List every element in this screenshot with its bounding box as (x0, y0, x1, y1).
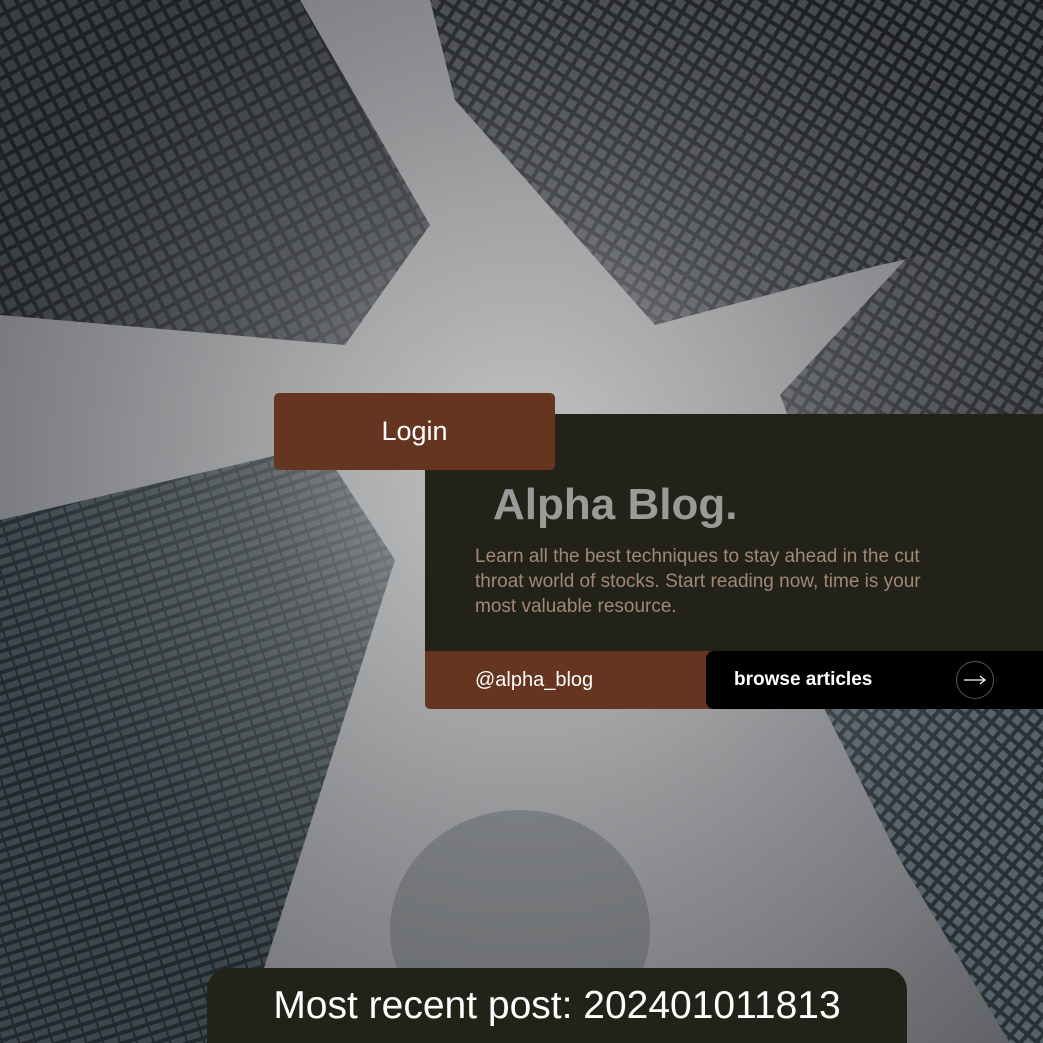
arrow-right-icon (956, 661, 994, 699)
social-handle: @alpha_blog (475, 668, 594, 691)
blog-description: Learn all the best techniques to stay ah… (475, 546, 921, 617)
most-recent-post-banner[interactable]: Most recent post: 202401011813 (207, 968, 907, 1043)
most-recent-post-text: Most recent post: 202401011813 (273, 983, 841, 1027)
page: Login Alpha Blog. Learn all the best tec… (0, 0, 1043, 1043)
social-handle-box: @alpha_blog (425, 651, 715, 709)
login-button[interactable]: Login (274, 393, 555, 470)
browse-articles-button[interactable]: browse articles (706, 651, 1043, 709)
blog-title: Alpha Blog. (493, 480, 738, 529)
browse-articles-label: browse articles (734, 669, 873, 690)
login-button-label: Login (381, 416, 448, 446)
